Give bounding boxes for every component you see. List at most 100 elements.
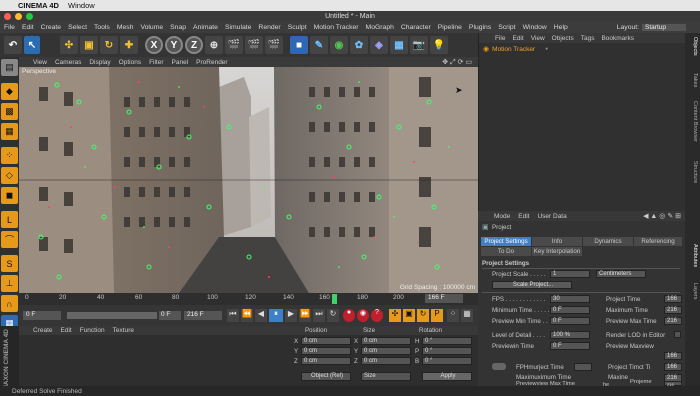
- key-rotation-icon[interactable]: ↻: [417, 309, 429, 322]
- menu-snap[interactable]: Snap: [170, 24, 186, 31]
- level-of-detail-field[interactable]: 100 %: [550, 331, 590, 339]
- edges-mode-icon[interactable]: ◇: [1, 167, 18, 184]
- objects-menu-tags[interactable]: Tags: [581, 35, 595, 42]
- material-menu-edit[interactable]: Edit: [61, 327, 72, 334]
- cloner-icon[interactable]: ✿: [350, 36, 368, 54]
- size-y-field[interactable]: 0 cm: [361, 347, 411, 355]
- material-menu-texture[interactable]: Texture: [113, 327, 134, 334]
- preview-min-time-field[interactable]: 0 F: [550, 317, 590, 325]
- apply-button[interactable]: Apply: [422, 372, 472, 381]
- menu-select[interactable]: Select: [68, 24, 87, 31]
- preview-range-slider[interactable]: [67, 312, 157, 319]
- menu-plugins[interactable]: Plugins: [469, 24, 491, 31]
- rotation-p-field[interactable]: 0 °: [422, 347, 472, 355]
- keyframe-selection-icon[interactable]: ?: [371, 309, 383, 322]
- key-scale-icon[interactable]: ▣: [403, 309, 415, 322]
- timeline-ruler[interactable]: 0 20 40 60 80 100 120 140 160 180 200 16…: [19, 293, 478, 305]
- render-lod-checkbox[interactable]: [674, 331, 681, 338]
- menu-animate[interactable]: Animate: [193, 24, 218, 31]
- menu-window[interactable]: Window: [523, 24, 547, 31]
- attributes-menu-edit[interactable]: Edit: [518, 213, 529, 220]
- visibility-dots-icon[interactable]: ●: [545, 46, 548, 52]
- tab-content-browser[interactable]: Content Browser: [687, 101, 698, 142]
- x-axis-icon[interactable]: X: [145, 36, 163, 54]
- key-position-icon[interactable]: ✣: [389, 309, 401, 322]
- viewport[interactable]: Perspective Grid Spacing : 100000 cm ➤: [19, 67, 478, 293]
- menu-motion-tracker[interactable]: Motion Tracker: [314, 24, 359, 31]
- magnet-icon[interactable]: ∩: [1, 295, 18, 312]
- menu-pipeline[interactable]: Pipeline: [438, 24, 462, 31]
- tab-structure[interactable]: Structure: [687, 161, 698, 183]
- floor-icon[interactable]: ▦: [390, 36, 408, 54]
- size-mode-select[interactable]: Size: [361, 372, 411, 381]
- key-pla-icon[interactable]: ⁘: [447, 309, 459, 322]
- tab-info[interactable]: Info: [532, 237, 582, 246]
- maximum-time-field[interactable]: 216: [664, 306, 682, 314]
- z-axis-icon[interactable]: Z: [185, 36, 203, 54]
- preview-maxview-field[interactable]: 166: [664, 352, 682, 360]
- tab-referencing[interactable]: Referencing: [634, 237, 682, 246]
- scale-icon[interactable]: ▣: [80, 36, 98, 54]
- overlap-field[interactable]: 216: [664, 381, 682, 387]
- layout-select[interactable]: Startup: [642, 24, 686, 31]
- position-x-field[interactable]: 0 cm: [301, 337, 351, 345]
- menu-mesh[interactable]: Mesh: [117, 24, 134, 31]
- deformer-icon[interactable]: ◈: [370, 36, 388, 54]
- menu-simulate[interactable]: Simulate: [225, 24, 251, 31]
- attributes-menu-mode[interactable]: Mode: [494, 213, 510, 220]
- objects-menu-edit[interactable]: Edit: [512, 35, 523, 42]
- rotation-h-field[interactable]: 0 °: [422, 337, 472, 345]
- loop-icon[interactable]: ↻: [327, 309, 339, 322]
- enable-axis-icon[interactable]: ⊥: [1, 275, 18, 292]
- render-view-icon[interactable]: 🎬: [225, 36, 243, 54]
- fps-field[interactable]: 30: [550, 295, 590, 303]
- project-scale-unit-select[interactable]: Centimeters: [596, 270, 646, 278]
- goto-end-icon[interactable]: ⏭: [313, 309, 325, 322]
- pen-icon[interactable]: ✎: [310, 36, 328, 54]
- points-mode-icon[interactable]: ⁘: [1, 147, 18, 164]
- overlap-field[interactable]: [574, 363, 592, 371]
- model-mode-icon[interactable]: ◆: [1, 83, 18, 100]
- coordinate-system-icon[interactable]: ⊕: [205, 36, 223, 54]
- render-settings-icon[interactable]: 🎬: [265, 36, 283, 54]
- next-key-icon[interactable]: ⏩: [299, 309, 311, 322]
- light-icon[interactable]: 💡: [430, 36, 448, 54]
- subdivision-icon[interactable]: ◉: [330, 36, 348, 54]
- mac-window-menu[interactable]: Window: [68, 1, 95, 10]
- objects-menu-file[interactable]: File: [495, 35, 505, 42]
- cube-icon[interactable]: ■: [290, 36, 308, 54]
- move-icon[interactable]: ✣: [60, 36, 78, 54]
- tab-key-interpolation[interactable]: Key Interpolation: [532, 247, 582, 256]
- tweak-icon[interactable]: ⌒: [1, 231, 18, 248]
- preview-max-time-field[interactable]: 216: [664, 317, 682, 325]
- prev-key-icon[interactable]: ⏪: [241, 309, 253, 322]
- menu-script[interactable]: Script: [498, 24, 515, 31]
- position-y-field[interactable]: 0 cm: [301, 347, 351, 355]
- goto-start-icon[interactable]: ⏮: [227, 309, 239, 322]
- current-frame-field[interactable]: 166 F: [425, 294, 463, 303]
- timeline-options-icon[interactable]: ▦: [461, 309, 473, 322]
- undo-icon[interactable]: ↶: [4, 36, 22, 54]
- min-frame-field[interactable]: 0 F: [159, 311, 181, 320]
- mac-app-name[interactable]: CINEMA 4D: [18, 1, 59, 10]
- prev-frame-icon[interactable]: ◀: [255, 309, 267, 322]
- viewport-menu-display[interactable]: Display: [89, 59, 110, 66]
- recent-tools-icon[interactable]: ✚: [120, 36, 138, 54]
- next-frame-icon[interactable]: ▶: [285, 309, 297, 322]
- viewport-menu-view[interactable]: View: [33, 59, 47, 66]
- viewport-menu-options[interactable]: Options: [119, 59, 141, 66]
- viewport-nav-icons[interactable]: ✥ ⤢ ⟳ ▭: [442, 58, 472, 67]
- coordinate-mode-select[interactable]: Object (Rel): [301, 372, 351, 381]
- tab-project-settings[interactable]: Project Settings: [481, 237, 531, 246]
- rotate-icon[interactable]: ↻: [100, 36, 118, 54]
- tab-layers[interactable]: Layers: [687, 283, 698, 300]
- tab-to-do[interactable]: To Do: [481, 247, 531, 256]
- size-z-field[interactable]: 0 cm: [361, 357, 411, 365]
- make-editable-icon[interactable]: ▤: [1, 59, 18, 76]
- object-list-item[interactable]: ◉ Motion Tracker ●: [479, 44, 685, 54]
- viewport-menu-panel[interactable]: Panel: [172, 59, 189, 66]
- objects-menu-objects[interactable]: Objects: [552, 35, 574, 42]
- material-menu-create[interactable]: Create: [33, 327, 53, 334]
- material-menu-function[interactable]: Function: [80, 327, 105, 334]
- attributes-menu-user-data[interactable]: User Data: [537, 213, 566, 220]
